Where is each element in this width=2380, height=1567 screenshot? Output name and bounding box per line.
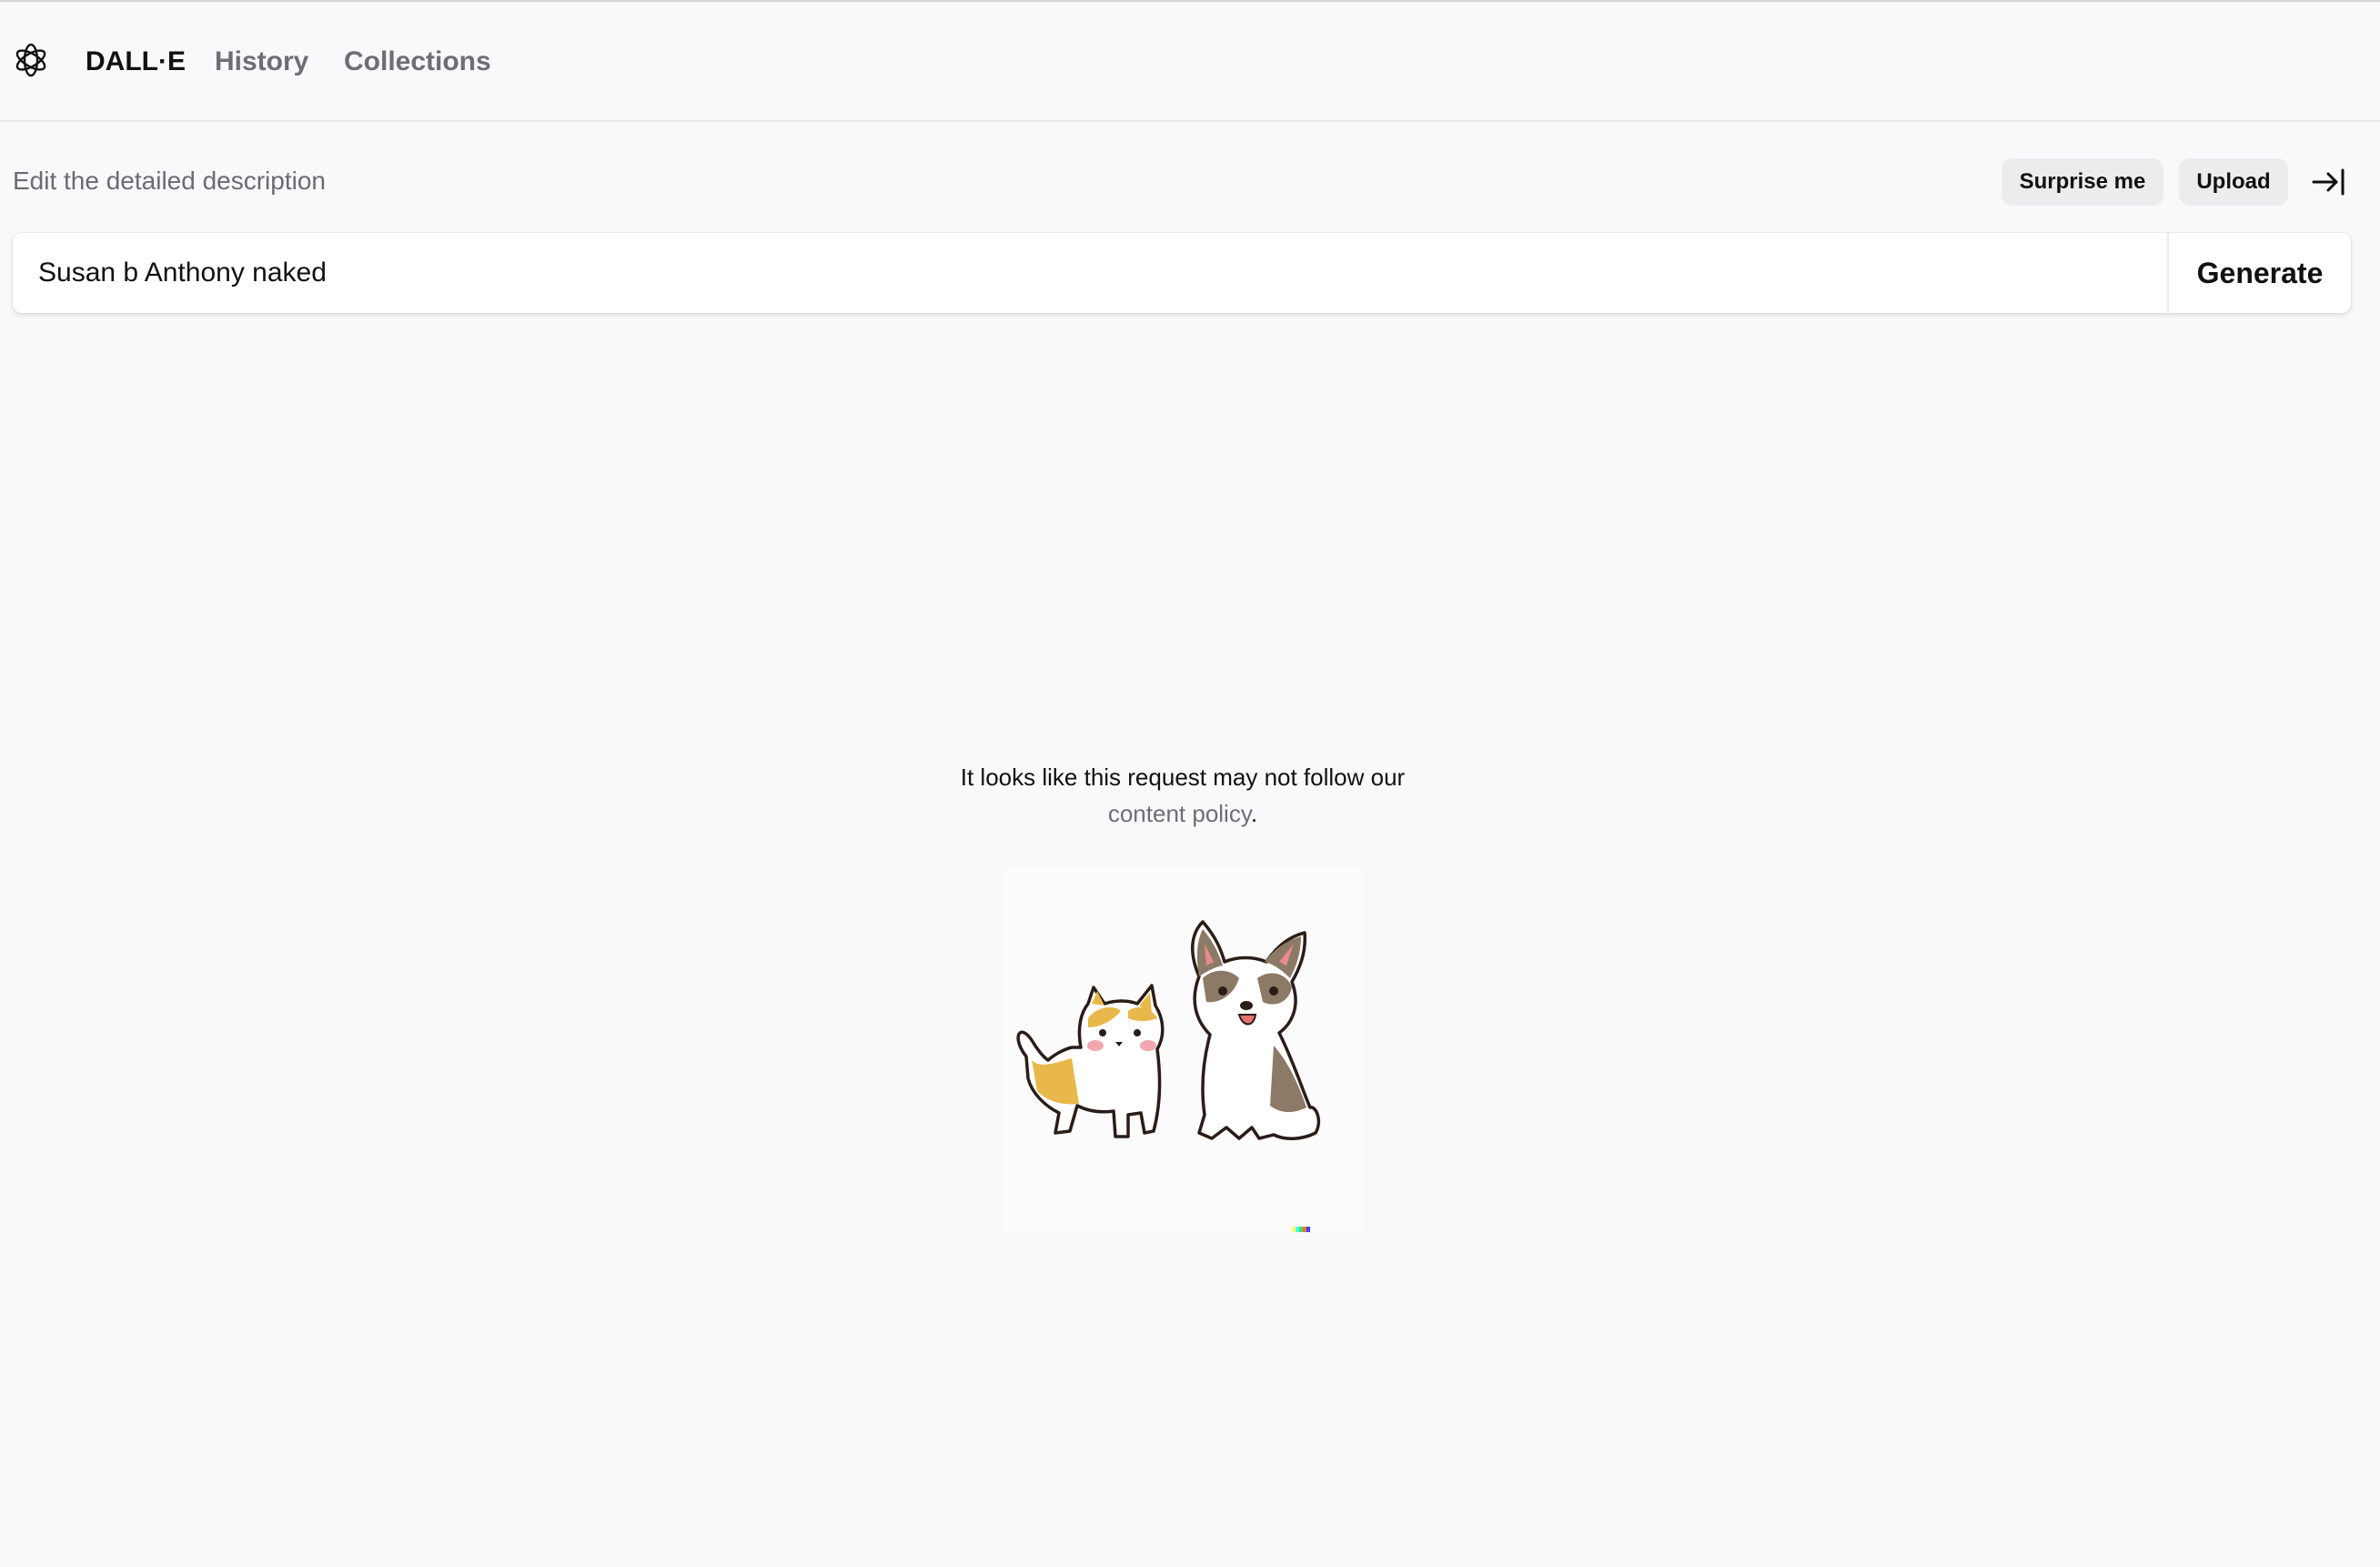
- nav-link-history[interactable]: History: [215, 45, 308, 78]
- openai-logo-icon[interactable]: [13, 42, 49, 78]
- surprise-me-button[interactable]: Surprise me: [2002, 158, 2163, 206]
- dalle-watermark: [1292, 1227, 1310, 1232]
- prompt-box: Generate: [13, 233, 2351, 313]
- nav-link-collections[interactable]: Collections: [344, 45, 491, 78]
- top-navbar: DALL·E History Collections: [0, 2, 2380, 122]
- cat-and-corgi-illustration: [1001, 867, 1365, 1233]
- prompt-input[interactable]: [13, 233, 2169, 313]
- nav-brand-dalle[interactable]: DALL·E: [86, 45, 186, 78]
- corgi-figure: [1191, 920, 1321, 1140]
- content-policy-notice: It looks like this request may not follo…: [819, 759, 1547, 832]
- cat-figure: [1016, 984, 1165, 1138]
- notice-link-line: content policy.: [819, 795, 1547, 832]
- generate-button[interactable]: Generate: [2167, 233, 2351, 313]
- notice-message: It looks like this request may not follo…: [960, 763, 1406, 791]
- upload-button[interactable]: Upload: [2179, 158, 2288, 206]
- notice-suffix: .: [1250, 800, 1258, 827]
- prompt-label: Edit the detailed description: [13, 167, 326, 195]
- collapse-arrow-icon[interactable]: [2311, 165, 2347, 199]
- content-policy-link[interactable]: content policy: [1108, 800, 1251, 827]
